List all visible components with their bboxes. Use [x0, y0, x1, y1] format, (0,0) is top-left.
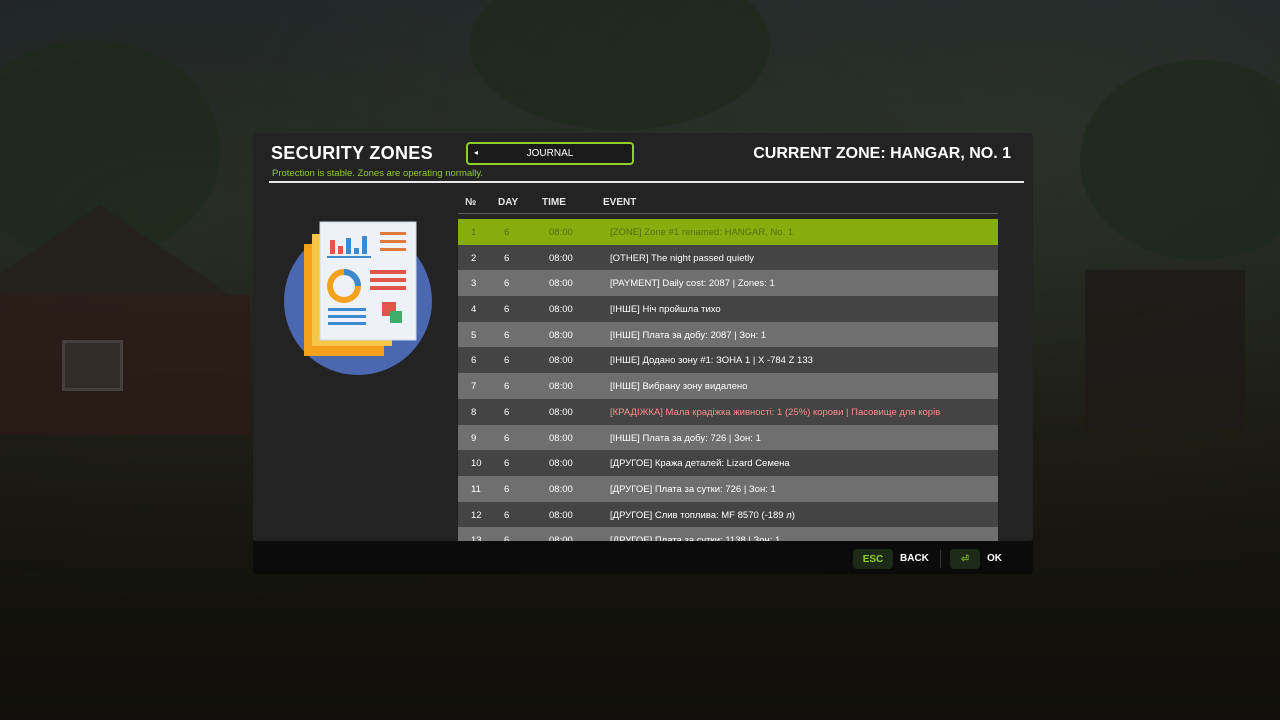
cell-number: 12: [471, 509, 482, 521]
cell-day: 6: [504, 304, 510, 316]
cell-number: 5: [471, 329, 477, 341]
table-row[interactable]: 2 6 08:00 [OTHER] The night passed quietly: [458, 244, 998, 271]
cell-number: 4: [471, 304, 477, 316]
enter-key-icon[interactable]: ⏎: [950, 549, 980, 569]
cell-day: 6: [504, 432, 510, 444]
cell-time: 08:00: [549, 381, 573, 393]
cell-day: 6: [504, 458, 510, 470]
cell-time: 08:00: [549, 278, 573, 290]
cell-day: 6: [504, 483, 510, 495]
table-row[interactable]: 8 6 08:00 [КРАДІЖКА] Мала крадіжка живності…: [458, 398, 998, 425]
table-row[interactable]: 10 6 08:00 [ДРУГОЕ] Кража деталей: Lizard С…: [458, 450, 998, 476]
cell-time: 08:00: [549, 227, 573, 238]
background-tree: [1080, 60, 1280, 260]
column-time: TIME: [542, 197, 566, 208]
cell-day: 6: [504, 381, 510, 393]
table-row[interactable]: 1 6 08:00 [ZONE] Zone #1 renamed: HANGAR, N…: [458, 219, 998, 245]
cell-time: 08:00: [549, 458, 573, 470]
current-zone-label: CURRENT ZONE: HANGAR, NO. 1: [753, 145, 1011, 162]
ok-button[interactable]: OK: [987, 553, 1002, 564]
back-button[interactable]: BACK: [900, 553, 929, 564]
cell-number: 9: [471, 432, 477, 444]
column-number: №: [465, 197, 477, 208]
header-divider: [269, 181, 1024, 183]
footer-separator: [940, 550, 941, 568]
cell-time: 08:00: [549, 483, 573, 495]
cell-event: [ДРУГОЕ] Плата за сутки: 726 | Зон: 1: [610, 483, 776, 495]
cell-day: 6: [504, 509, 510, 521]
cell-time: 08:00: [549, 329, 573, 341]
table-row[interactable]: 11 6 08:00 [ДРУГОЕ] Плата за сутки: 726 | З…: [458, 475, 998, 502]
report-document-icon: [284, 221, 432, 375]
cell-event: [ІНШЕ] Плата за добу: 2087 | Зон: 1: [610, 329, 767, 341]
cell-event: [ІНШЕ] Додано зону #1: ЗОНА 1 | X -784 Z…: [610, 355, 813, 367]
cell-event: [ZONE] Zone #1 renamed: HANGAR, No. 1: [610, 227, 794, 238]
chevron-left-icon[interactable]: ◂: [474, 148, 478, 157]
table-row[interactable]: 12 6 08:00 [ДРУГОЕ] Слив топлива: MF 8570 (…: [458, 501, 998, 528]
cell-number: 1: [471, 227, 477, 238]
background-roof: [0, 205, 230, 295]
security-zones-dialog: SECURITY ZONES Protection is stable. Zon…: [253, 133, 1033, 553]
cell-day: 6: [504, 355, 510, 367]
journal-selector[interactable]: ◂ JOURNAL: [466, 142, 634, 165]
cell-event: [ДРУГОЕ] Кража деталей: Lizard Семена: [610, 458, 790, 470]
cell-time: 08:00: [549, 304, 573, 316]
cell-time: 08:00: [549, 355, 573, 367]
cell-event: [ІНШЕ] Ніч пройшла тихо: [610, 304, 721, 316]
journal-table-body[interactable]: 1 6 08:00 [ZONE] Zone #1 renamed: HANGAR, N…: [458, 219, 998, 555]
cell-number: 3: [471, 278, 477, 290]
cell-time: 08:00: [549, 432, 573, 444]
page-title: SECURITY ZONES: [271, 143, 433, 163]
cell-event: [PAYMENT] Daily cost: 2087 | Zones: 1: [610, 278, 775, 290]
esc-key-badge[interactable]: ESC: [853, 549, 893, 569]
background-tree: [470, 0, 770, 130]
journal-selector-label: JOURNAL: [526, 148, 574, 159]
cell-number: 11: [471, 483, 481, 495]
cell-day: 6: [504, 227, 510, 238]
column-day: DAY: [498, 197, 519, 208]
table-row[interactable]: 5 6 08:00 [ІНШЕ] Плата за добу: 2087 | Зон:…: [458, 321, 998, 348]
cell-number: 8: [471, 406, 477, 418]
cell-event: [OTHER] The night passed quietly: [610, 252, 754, 264]
cell-day: 6: [504, 252, 510, 264]
cell-time: 08:00: [549, 509, 573, 521]
table-row[interactable]: 9 6 08:00 [ІНШЕ] Плата за добу: 726 | Зон: …: [458, 424, 998, 451]
cell-number: 2: [471, 252, 477, 264]
cell-time: 08:00: [549, 252, 573, 264]
table-row[interactable]: 6 6 08:00 [ІНШЕ] Додано зону #1: ЗОНА 1 | X…: [458, 347, 998, 374]
cell-event: [ІНШЕ] Плата за добу: 726 | Зон: 1: [610, 432, 761, 444]
background-window: [62, 340, 123, 391]
cell-event: [ДРУГОЕ] Слив топлива: MF 8570 (-189 л): [610, 509, 795, 521]
table-row[interactable]: 3 6 08:00 [PAYMENT] Daily cost: 2087 | Zone…: [458, 270, 998, 297]
cell-number: 10: [471, 458, 482, 470]
background-shed: [1085, 270, 1245, 430]
cell-time: 08:00: [549, 406, 573, 418]
cell-number: 7: [471, 381, 477, 393]
cell-number: 6: [471, 355, 477, 367]
journal-table-header: № DAY TIME EVENT: [458, 195, 998, 214]
cell-day: 6: [504, 406, 510, 418]
cell-day: 6: [504, 329, 510, 341]
cell-day: 6: [504, 278, 510, 290]
cell-event: [ІНШЕ] Вибрану зону видалено: [610, 381, 748, 393]
table-row[interactable]: 7 6 08:00 [ІНШЕ] Вибрану зону видалено: [458, 373, 998, 399]
cell-event: [КРАДІЖКА] Мала крадіжка живності: 1 (25…: [610, 406, 941, 418]
status-message: Protection is stable. Zones are operatin…: [272, 168, 484, 179]
background-house: [0, 295, 250, 435]
table-row[interactable]: 4 6 08:00 [ІНШЕ] Ніч пройшла тихо: [458, 296, 998, 322]
column-event: EVENT: [603, 197, 637, 208]
